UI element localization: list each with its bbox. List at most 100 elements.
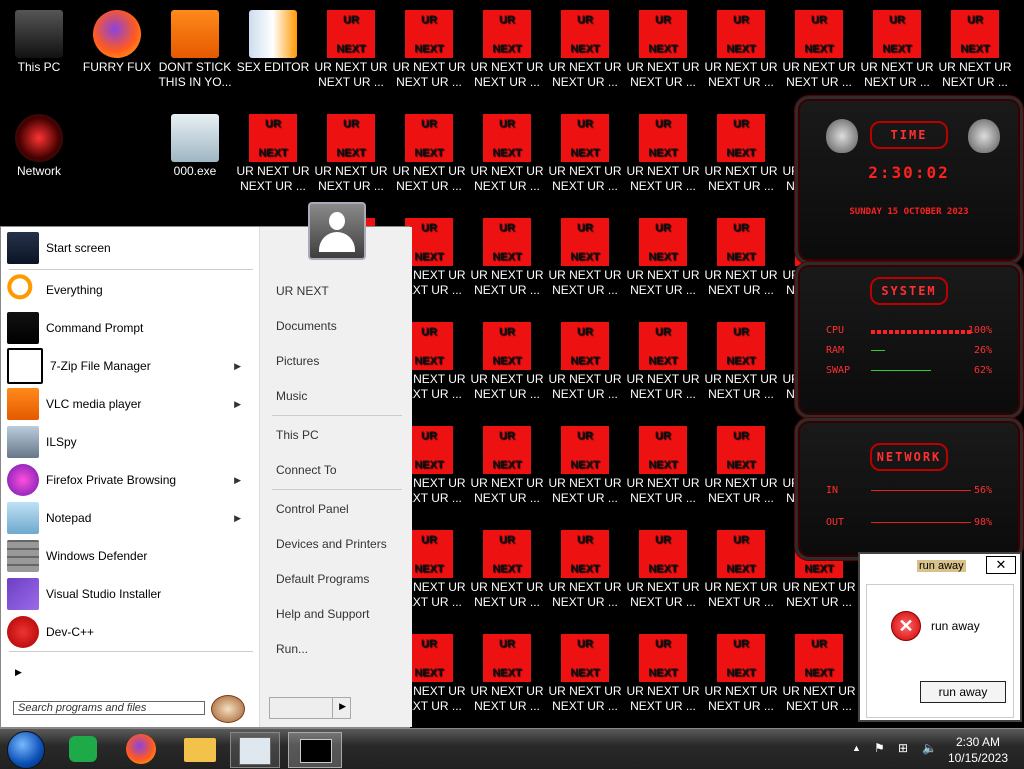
folder-icon — [184, 738, 216, 762]
desktop-icon-ur-next[interactable]: UR NEXT UR NEXT UR NEXT UR ... — [624, 316, 702, 402]
taskbar-clock[interactable]: 2:30 AM 10/15/2023 — [948, 734, 1008, 766]
desktop-icon-ur-next[interactable]: UR NEXT UR NEXT UR NEXT UR ... — [312, 4, 390, 90]
ur-next-icon: UR NEXT — [561, 10, 609, 58]
start-menu-place-control-panel[interactable]: Control Panel — [276, 502, 349, 516]
desktop-icon-ur-next[interactable]: UR NEXT UR NEXT UR NEXT UR ... — [234, 108, 312, 194]
start-screen-icon — [7, 232, 39, 264]
start-menu-item-firefox-private[interactable]: Firefox Private Browsing ▶ — [7, 463, 253, 497]
taskbar-notepad-window[interactable] — [230, 732, 280, 768]
dialog-ok-button[interactable]: run away — [920, 681, 1006, 703]
desktop-icon-label: UR NEXT UR NEXT UR ... — [470, 164, 544, 193]
desktop-icon-ur-next[interactable]: UR NEXT UR NEXT UR NEXT UR ... — [858, 4, 936, 90]
desktop-icon-ur-next[interactable]: UR NEXT UR NEXT UR NEXT UR ... — [390, 4, 468, 90]
desktop-icon-ur-next[interactable]: UR NEXT UR NEXT UR NEXT UR ... — [702, 628, 780, 714]
desktop-icon-ur-next[interactable]: UR NEXT UR NEXT UR NEXT UR ... — [468, 212, 546, 298]
desktop-icon-ur-next[interactable]: UR NEXT UR NEXT UR NEXT UR ... — [624, 4, 702, 90]
desktop-icon-ur-next[interactable]: UR NEXT UR NEXT UR NEXT UR ... — [468, 420, 546, 506]
desktop-icon-ur-next[interactable]: UR NEXT UR NEXT UR NEXT UR ... — [624, 628, 702, 714]
desktop-icon-ur-next[interactable]: UR NEXT UR NEXT UR NEXT UR ... — [546, 4, 624, 90]
desktop-icon-label: UR NEXT UR NEXT UR ... — [548, 372, 622, 401]
desktop-icon-ur-next[interactable]: UR NEXT UR NEXT UR NEXT UR ... — [468, 524, 546, 610]
desktop-icon-ur-next[interactable]: UR NEXT UR NEXT UR NEXT UR ... — [702, 316, 780, 402]
desktop-icon-exe-file[interactable]: 000.exe — [156, 108, 234, 179]
desktop-icon-ur-next[interactable]: UR NEXT UR NEXT UR NEXT UR ... — [468, 316, 546, 402]
desktop-icon-ur-next[interactable]: UR NEXT UR NEXT UR NEXT UR ... — [702, 4, 780, 90]
show-hidden-icons-icon[interactable]: ▲ — [852, 743, 861, 753]
dialog-close-button[interactable]: ✕ — [986, 556, 1016, 574]
volume-tray-icon[interactable]: 🔈 — [922, 741, 937, 755]
shutdown-main[interactable] — [270, 698, 333, 718]
desktop-icon-ur-next[interactable]: UR NEXT UR NEXT UR NEXT UR ... — [546, 108, 624, 194]
desktop-icon-label: UR NEXT UR NEXT UR ... — [782, 580, 856, 609]
action-center-flag-icon[interactable]: ⚑ — [874, 741, 885, 755]
network-widget-title: NETWORK — [870, 443, 948, 471]
desktop-icon-ur-next[interactable]: UR NEXT UR NEXT UR NEXT UR ... — [702, 524, 780, 610]
start-menu-place-connect-to[interactable]: Connect To — [276, 463, 337, 477]
search-programs-input[interactable]: Search programs and files — [13, 701, 205, 715]
ur-next-top-text: UR — [499, 14, 515, 26]
desktop-icon-dont-stick[interactable]: DONT STICK THIS IN YO... — [156, 4, 234, 90]
shutdown-options-arrow-icon[interactable]: ▶ — [339, 701, 346, 712]
notepad-icon — [7, 502, 39, 534]
start-menu-item-cmd[interactable]: Command Prompt — [7, 311, 253, 345]
start-menu-item-start-screen[interactable]: Start screen — [7, 231, 253, 265]
desktop-icon-ur-next[interactable]: UR NEXT UR NEXT UR NEXT UR ... — [702, 420, 780, 506]
ur-next-bottom-text: NEXT — [492, 355, 522, 367]
desktop-icon-label: UR NEXT UR NEXT UR ... — [314, 60, 388, 89]
desktop-icon-ur-next[interactable]: UR NEXT UR NEXT UR NEXT UR ... — [546, 524, 624, 610]
desktop-icon-furry-fux[interactable]: FURRY FUX — [78, 4, 156, 75]
desktop-icon-ur-next[interactable]: UR NEXT UR NEXT UR NEXT UR ... — [468, 108, 546, 194]
desktop-icon-label: UR NEXT UR NEXT UR ... — [704, 684, 778, 713]
start-menu-place-ur-next[interactable]: UR NEXT — [276, 284, 329, 298]
ur-next-bottom-text: NEXT — [492, 251, 522, 263]
start-menu-place-default-programs[interactable]: Default Programs — [276, 572, 369, 586]
start-orb-icon[interactable] — [7, 731, 45, 769]
start-menu-item-vlc-cone[interactable]: VLC media player ▶ — [7, 387, 253, 421]
start-menu-item-7zip[interactable]: 7-Zip File Manager ▶ — [7, 348, 253, 384]
desktop-icon-ur-next[interactable]: UR NEXT UR NEXT UR NEXT UR ... — [702, 108, 780, 194]
start-menu-place-documents[interactable]: Documents — [276, 319, 337, 333]
taskbar-notes-app[interactable] — [60, 732, 108, 766]
start-menu-item-notepad[interactable]: Notepad ▶ — [7, 501, 253, 535]
start-menu-place-pictures[interactable]: Pictures — [276, 354, 319, 368]
taskbar-file-explorer[interactable] — [176, 732, 224, 766]
desktop-icon-ur-next[interactable]: UR NEXT UR NEXT UR NEXT UR ... — [936, 4, 1014, 90]
user-avatar[interactable] — [308, 202, 366, 260]
desktop-icon-ur-next[interactable]: UR NEXT UR NEXT UR NEXT UR ... — [390, 108, 468, 194]
desktop-icon-ur-next[interactable]: UR NEXT UR NEXT UR NEXT UR ... — [624, 108, 702, 194]
desktop-icon-ur-next[interactable]: UR NEXT UR NEXT UR NEXT UR ... — [780, 4, 858, 90]
start-menu-item-ilspy[interactable]: ILSpy — [7, 425, 253, 459]
desktop-icon-network[interactable]: Network — [0, 108, 78, 179]
network-tray-icon[interactable]: ⊞ — [898, 741, 908, 755]
vlc-cone-icon — [7, 388, 39, 420]
desktop-icon-ur-next[interactable]: UR NEXT UR NEXT UR NEXT UR ... — [702, 212, 780, 298]
start-menu-place-run[interactable]: Run... — [276, 642, 308, 656]
shutdown-button[interactable]: ▶ — [269, 697, 351, 719]
start-menu-place-music[interactable]: Music — [276, 389, 307, 403]
desktop-icon-ur-next[interactable]: UR NEXT UR NEXT UR NEXT UR ... — [624, 420, 702, 506]
start-menu-item-devcpp[interactable]: Dev-C++ — [7, 615, 253, 649]
desktop-icon-ur-next[interactable]: UR NEXT UR NEXT UR NEXT UR ... — [312, 108, 390, 194]
desktop-icon-ur-next[interactable]: UR NEXT UR NEXT UR NEXT UR ... — [624, 212, 702, 298]
start-menu-place-devices-and-printers[interactable]: Devices and Printers — [276, 537, 387, 551]
start-menu-place-help-and-support[interactable]: Help and Support — [276, 607, 369, 621]
desktop-icon-ur-next[interactable]: UR NEXT UR NEXT UR NEXT UR ... — [546, 316, 624, 402]
start-menu-item-visual-studio[interactable]: Visual Studio Installer — [7, 577, 253, 611]
desktop-icon-ur-next[interactable]: UR NEXT UR NEXT UR NEXT UR ... — [624, 524, 702, 610]
desktop-icon-this-pc[interactable]: This PC — [0, 4, 78, 75]
start-menu-item-label: Firefox Private Browsing — [46, 473, 177, 487]
desktop-icon-sex-editor[interactable]: SEX EDITOR — [234, 4, 312, 75]
all-programs-arrow-icon[interactable]: ▶ — [15, 667, 22, 678]
search-magnifier-icon[interactable] — [211, 695, 245, 723]
desktop-icon-ur-next[interactable]: UR NEXT UR NEXT UR NEXT UR ... — [546, 420, 624, 506]
desktop-icon-ur-next[interactable]: UR NEXT UR NEXT UR NEXT UR ... — [468, 628, 546, 714]
desktop-icon-ur-next[interactable]: UR NEXT UR NEXT UR NEXT UR ... — [546, 212, 624, 298]
taskbar-firefox[interactable] — [118, 732, 166, 766]
start-menu-item-magnifier[interactable]: Everything — [7, 273, 253, 307]
desktop-icon-ur-next[interactable]: UR NEXT UR NEXT UR NEXT UR ... — [780, 628, 858, 714]
start-menu-item-brick-wall[interactable]: Windows Defender — [7, 539, 253, 573]
desktop-icon-ur-next[interactable]: UR NEXT UR NEXT UR NEXT UR ... — [468, 4, 546, 90]
desktop-icon-ur-next[interactable]: UR NEXT UR NEXT UR NEXT UR ... — [546, 628, 624, 714]
taskbar-cmd-window[interactable] — [288, 732, 342, 768]
start-menu-place-this-pc[interactable]: This PC — [276, 428, 319, 442]
